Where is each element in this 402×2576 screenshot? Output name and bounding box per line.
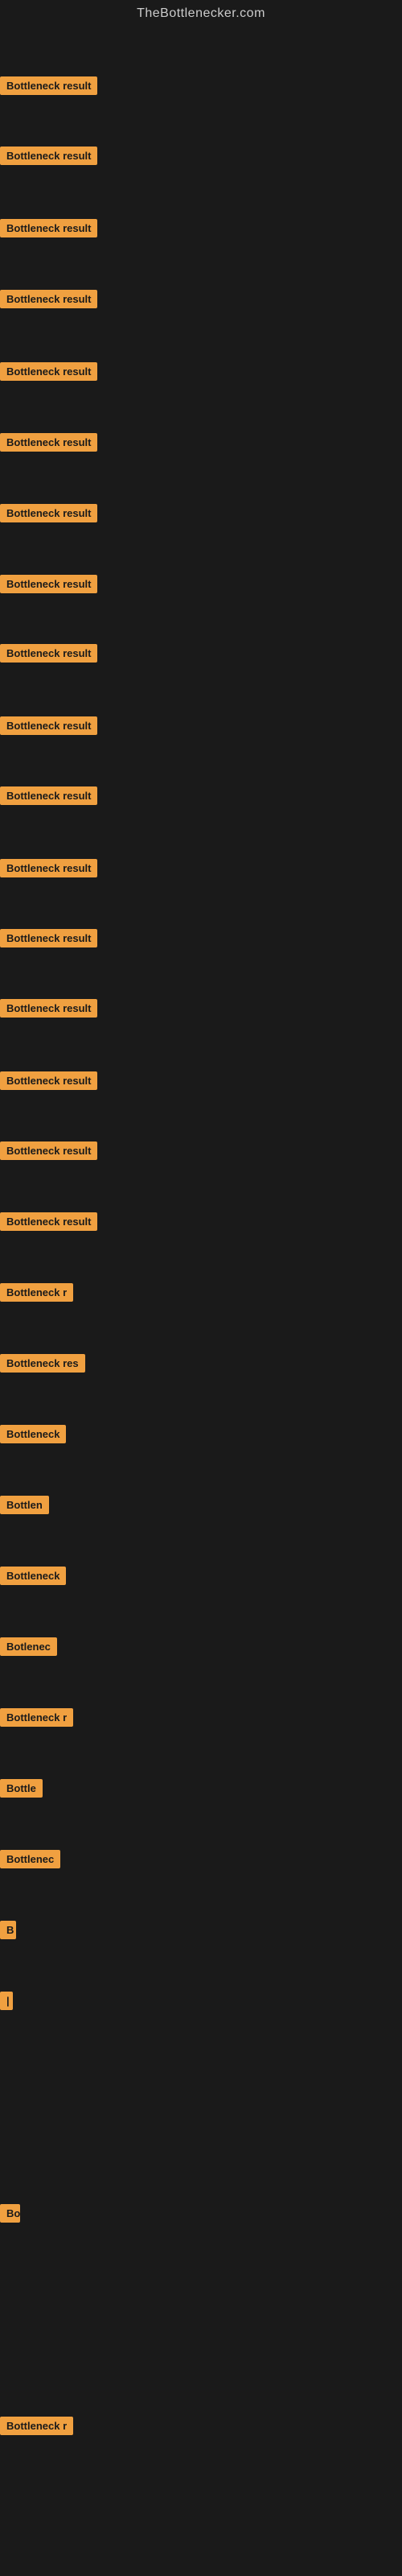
bottleneck-badge-6[interactable]: Bottleneck result (0, 433, 97, 452)
bottleneck-badge-2[interactable]: Bottleneck result (0, 147, 97, 165)
bottleneck-item-1: Bottleneck result (0, 76, 97, 99)
bottleneck-item-21: Bottlen (0, 1496, 49, 1518)
bottleneck-item-22: Bottleneck (0, 1567, 66, 1589)
bottleneck-badge-1[interactable]: Bottleneck result (0, 76, 97, 95)
bottleneck-badge-22[interactable]: Bottleneck (0, 1567, 66, 1585)
bottleneck-item-24: Bottleneck r (0, 1708, 73, 1731)
bottleneck-badge-3[interactable]: Bottleneck result (0, 219, 97, 237)
bottleneck-item-10: Bottleneck result (0, 716, 97, 739)
bottleneck-item-26: Bottlenec (0, 1850, 60, 1872)
bottleneck-item-8: Bottleneck result (0, 575, 97, 597)
bottleneck-item-27: B (0, 1921, 16, 1943)
bottleneck-badge-30[interactable]: Bottleneck r (0, 2417, 73, 2435)
bottleneck-badge-15[interactable]: Bottleneck result (0, 1071, 97, 1090)
bottleneck-badge-10[interactable]: Bottleneck result (0, 716, 97, 735)
bottleneck-item-15: Bottleneck result (0, 1071, 97, 1094)
bottleneck-badge-27[interactable]: B (0, 1921, 16, 1939)
bottleneck-item-19: Bottleneck res (0, 1354, 85, 1377)
bottleneck-badge-24[interactable]: Bottleneck r (0, 1708, 73, 1727)
bottleneck-badge-8[interactable]: Bottleneck result (0, 575, 97, 593)
bottleneck-item-2: Bottleneck result (0, 147, 97, 169)
bottleneck-item-23: Botlenec (0, 1637, 57, 1660)
bottleneck-badge-23[interactable]: Botlenec (0, 1637, 57, 1656)
bottleneck-badge-25[interactable]: Bottle (0, 1779, 43, 1798)
bottleneck-item-17: Bottleneck result (0, 1212, 97, 1235)
bottleneck-item-14: Bottleneck result (0, 999, 97, 1022)
bottleneck-badge-14[interactable]: Bottleneck result (0, 999, 97, 1018)
bottleneck-badge-18[interactable]: Bottleneck r (0, 1283, 73, 1302)
bottleneck-badge-9[interactable]: Bottleneck result (0, 644, 97, 663)
bottleneck-item-30: Bottleneck r (0, 2417, 73, 2439)
bottleneck-badge-29[interactable]: Bo (0, 2204, 20, 2223)
bottleneck-item-25: Bottle (0, 1779, 43, 1802)
site-title: TheBottlenecker.com (0, 0, 402, 31)
bottleneck-item-6: Bottleneck result (0, 433, 97, 456)
bottleneck-item-18: Bottleneck r (0, 1283, 73, 1306)
bottleneck-item-7: Bottleneck result (0, 504, 97, 526)
bottleneck-item-5: Bottleneck result (0, 362, 97, 385)
bottleneck-item-29: Bo (0, 2204, 20, 2227)
bottleneck-badge-5[interactable]: Bottleneck result (0, 362, 97, 381)
bottleneck-badge-13[interactable]: Bottleneck result (0, 929, 97, 947)
bottleneck-item-12: Bottleneck result (0, 859, 97, 881)
bottleneck-badge-12[interactable]: Bottleneck result (0, 859, 97, 877)
bottleneck-badge-16[interactable]: Bottleneck result (0, 1141, 97, 1160)
bottleneck-item-9: Bottleneck result (0, 644, 97, 667)
bottleneck-item-28: | (0, 1992, 13, 2014)
bottleneck-item-16: Bottleneck result (0, 1141, 97, 1164)
bottleneck-badge-20[interactable]: Bottleneck (0, 1425, 66, 1443)
bottleneck-item-3: Bottleneck result (0, 219, 97, 242)
bottleneck-badge-28[interactable]: | (0, 1992, 13, 2010)
bottleneck-badge-26[interactable]: Bottlenec (0, 1850, 60, 1868)
bottleneck-badge-19[interactable]: Bottleneck res (0, 1354, 85, 1373)
bottleneck-badge-21[interactable]: Bottlen (0, 1496, 49, 1514)
bottleneck-badge-7[interactable]: Bottleneck result (0, 504, 97, 522)
bottleneck-item-20: Bottleneck (0, 1425, 66, 1447)
bottleneck-badge-17[interactable]: Bottleneck result (0, 1212, 97, 1231)
bottleneck-badge-11[interactable]: Bottleneck result (0, 786, 97, 805)
bottleneck-item-11: Bottleneck result (0, 786, 97, 809)
bottleneck-item-4: Bottleneck result (0, 290, 97, 312)
bottleneck-item-13: Bottleneck result (0, 929, 97, 952)
bottleneck-badge-4[interactable]: Bottleneck result (0, 290, 97, 308)
